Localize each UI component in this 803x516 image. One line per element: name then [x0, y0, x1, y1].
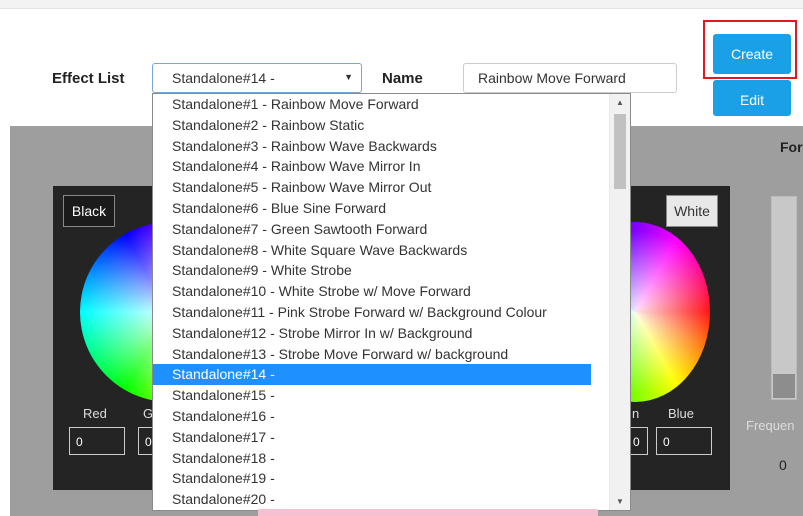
scroll-up-icon[interactable]: ▲ [616, 98, 624, 107]
dropdown-option[interactable]: Standalone#13 - Strobe Move Forward w/ b… [153, 344, 630, 365]
dropdown-option[interactable]: Standalone#10 - White Strobe w/ Move For… [153, 281, 630, 302]
dropdown-option[interactable]: Standalone#19 - [153, 468, 630, 489]
blue-label: Blue [668, 406, 695, 421]
dropdown-scrollbar[interactable]: ▲ ▼ [609, 94, 630, 510]
dropdown-options: Standalone#1 - Rainbow Move Forward Stand… [153, 94, 630, 510]
white-swatch-button[interactable]: White [666, 195, 718, 227]
dropdown-option[interactable]: Standalone#3 - Rainbow Wave Backwards [153, 136, 630, 157]
edit-button[interactable]: Edit [713, 80, 791, 116]
dropdown-option[interactable]: Standalone#18 - [153, 448, 630, 469]
dropdown-option[interactable]: Standalone#14 - [153, 364, 591, 386]
name-label: Name [382, 70, 423, 87]
red-label: Red [83, 406, 107, 421]
green-label-partial-right: n [632, 406, 640, 421]
effect-list-dropdown[interactable]: Standalone#1 - Rainbow Move Forward Stand… [152, 93, 631, 511]
dropdown-option[interactable]: Standalone#12 - Strobe Mirror In w/ Back… [153, 323, 630, 344]
dropdown-option[interactable]: Standalone#4 - Rainbow Wave Mirror In [153, 156, 630, 177]
dropdown-option[interactable]: Standalone#8 - White Square Wave Backwar… [153, 240, 630, 261]
blue-value-input[interactable]: 0 [656, 427, 712, 455]
frequency-slider-track[interactable] [771, 196, 797, 400]
dropdown-option[interactable]: Standalone#9 - White Strobe [153, 260, 630, 281]
right-section-heading-partial: For [780, 139, 803, 155]
dropdown-option[interactable]: Standalone#5 - Rainbow Wave Mirror Out [153, 177, 630, 198]
create-button[interactable]: Create [713, 34, 791, 74]
chevron-down-icon: ▼ [344, 72, 353, 82]
dropdown-option[interactable]: Standalone#6 - Blue Sine Forward [153, 198, 630, 219]
red-value-input[interactable]: 0 [69, 427, 125, 455]
dropdown-option[interactable]: Standalone#2 - Rainbow Static [153, 115, 630, 136]
bottom-pink-strip [258, 509, 598, 516]
dropdown-option[interactable]: Standalone#11 - Pink Strobe Forward w/ B… [153, 302, 630, 323]
dropdown-option[interactable]: Standalone#16 - [153, 406, 630, 427]
scroll-down-icon[interactable]: ▼ [616, 497, 624, 506]
frequency-value: 0 [779, 457, 787, 473]
dropdown-option[interactable]: Standalone#20 - [153, 489, 630, 510]
name-input[interactable] [463, 63, 677, 93]
dropdown-option[interactable]: Standalone#15 - [153, 385, 630, 406]
dropdown-option[interactable]: Standalone#7 - Green Sawtooth Forward [153, 219, 630, 240]
effect-list-label: Effect List [52, 70, 125, 87]
frequency-label-partial: Frequen [746, 418, 795, 433]
dropdown-option[interactable]: Standalone#17 - [153, 427, 630, 448]
effect-list-select[interactable]: Standalone#14 - ▼ [152, 63, 362, 93]
effect-list-selected-value: Standalone#14 - [172, 70, 275, 86]
frequency-slider-handle[interactable] [773, 374, 795, 398]
black-swatch-button[interactable]: Black [63, 195, 115, 227]
top-bar [0, 0, 803, 9]
scrollbar-thumb[interactable] [614, 114, 626, 189]
dropdown-option[interactable]: Standalone#1 - Rainbow Move Forward [153, 94, 630, 115]
